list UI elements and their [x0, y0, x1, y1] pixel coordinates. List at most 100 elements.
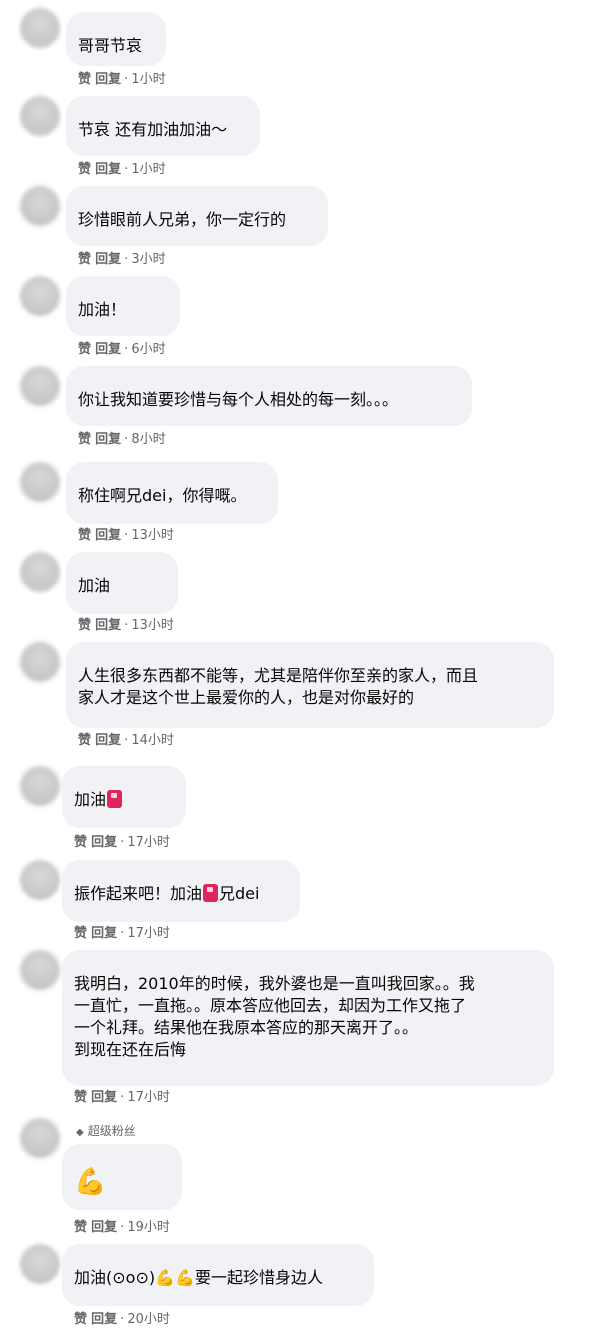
- commenter-name[interactable]: [78, 286, 168, 298]
- separator: ·: [120, 1090, 125, 1105]
- like-button[interactable]: 赞: [78, 528, 91, 543]
- commenter-name[interactable]: [78, 106, 248, 118]
- comment-text: 加油(⊙o⊙)💪💪要一起珍惜身边人: [74, 1267, 362, 1289]
- commenter-name[interactable]: [74, 870, 288, 882]
- reply-button[interactable]: 回复: [95, 618, 121, 633]
- comment-text: 珍惜眼前人兄弟，你一定行的: [78, 210, 287, 229]
- avatar[interactable]: [20, 8, 60, 48]
- comment-actions: 赞 回复 · 17小时: [74, 835, 170, 851]
- separator: ·: [124, 618, 129, 633]
- reply-button[interactable]: 回复: [95, 252, 121, 267]
- separator: ·: [120, 1312, 125, 1327]
- comment-text: 加油: [78, 576, 111, 595]
- like-button[interactable]: 赞: [78, 618, 91, 633]
- reply-button[interactable]: 回复: [95, 162, 121, 177]
- flexed-biceps-icon: 💪💪: [155, 1268, 195, 1287]
- comment-actions: 赞 回复 · 19小时: [74, 1220, 170, 1236]
- avatar[interactable]: [20, 860, 60, 900]
- comment-bubble: 振作起来吧！加油 兄dei: [62, 860, 300, 922]
- reply-button[interactable]: 回复: [95, 342, 121, 357]
- timestamp: 3小时: [131, 252, 166, 267]
- comment-bubble: 节哀 还有加油加油～: [66, 96, 260, 156]
- comment-text: 人生很多东西都不能等，尤其是陪伴你至亲的家人，而且 家人才是这个世上最爱你的人，…: [78, 666, 479, 707]
- reply-button[interactable]: 回复: [91, 926, 117, 941]
- timestamp: 6小时: [131, 342, 166, 357]
- separator: ·: [124, 733, 129, 748]
- avatar[interactable]: [20, 950, 60, 990]
- fuel-pump-icon: [107, 790, 123, 808]
- reply-button[interactable]: 回复: [91, 1312, 117, 1327]
- comment-text: 你让我知道要珍惜与每个人相处的每一刻。。。: [78, 390, 399, 409]
- commenter-name[interactable]: [74, 1154, 170, 1166]
- avatar[interactable]: [20, 1244, 60, 1284]
- comment-bubble: 加油: [66, 552, 178, 614]
- fuel-pump-icon: [203, 884, 219, 902]
- reply-button[interactable]: 回复: [95, 432, 121, 447]
- reply-button[interactable]: 回复: [91, 1090, 117, 1105]
- avatar[interactable]: [20, 1118, 60, 1158]
- comment-actions: 赞 回复 · 17小时: [74, 926, 170, 942]
- commenter-name[interactable]: [78, 652, 542, 664]
- comment-bubble: 💪: [62, 1144, 182, 1210]
- comment-text: 节哀 还有加油加油～: [78, 120, 228, 139]
- reply-button[interactable]: 回复: [91, 835, 117, 850]
- comment-bubble: 人生很多东西都不能等，尤其是陪伴你至亲的家人，而且 家人才是这个世上最爱你的人，…: [66, 642, 554, 728]
- commenter-name[interactable]: [78, 22, 154, 34]
- avatar[interactable]: [20, 766, 60, 806]
- like-button[interactable]: 赞: [74, 835, 87, 850]
- like-button[interactable]: 赞: [74, 1090, 87, 1105]
- like-button[interactable]: 赞: [74, 1220, 87, 1235]
- commenter-name[interactable]: [78, 562, 166, 574]
- comment-actions: 赞 回复 · 13小时: [78, 618, 174, 634]
- timestamp: 13小时: [131, 528, 174, 543]
- reply-button[interactable]: 回复: [91, 1220, 117, 1235]
- like-button[interactable]: 赞: [78, 432, 91, 447]
- like-button[interactable]: 赞: [74, 1312, 87, 1327]
- comment-bubble: 哥哥节哀: [66, 12, 166, 66]
- separator: ·: [120, 1220, 125, 1235]
- comment-text-part: 加油: [74, 790, 107, 809]
- comment-text: 我明白，2010年的时候，我外婆也是一直叫我回家。。我 一直忙，一直拖。。原本答…: [74, 974, 475, 1059]
- comment-bubble: 加油: [62, 766, 186, 828]
- comment-actions: 赞 回复 · 20小时: [74, 1312, 170, 1328]
- diamond-icon: ◆: [76, 1127, 84, 1138]
- comment-text-part: 要一起珍惜身边人: [194, 1268, 323, 1287]
- avatar[interactable]: [20, 366, 60, 406]
- timestamp: 17小时: [127, 835, 170, 850]
- avatar[interactable]: [20, 552, 60, 592]
- avatar[interactable]: [20, 462, 60, 502]
- comment-bubble: 加油(⊙o⊙)💪💪要一起珍惜身边人: [62, 1244, 374, 1306]
- like-button[interactable]: 赞: [78, 733, 91, 748]
- comment-actions: 赞 回复 · 1小时: [78, 72, 166, 88]
- separator: ·: [124, 342, 129, 357]
- comment-actions: 赞 回复 · 14小时: [78, 733, 174, 749]
- commenter-name[interactable]: [74, 776, 174, 788]
- like-button[interactable]: 赞: [78, 162, 91, 177]
- timestamp: 17小时: [127, 1090, 170, 1105]
- comment-text-part: 振作起来吧！加油: [74, 884, 203, 903]
- avatar[interactable]: [20, 276, 60, 316]
- comment-text: 加油！: [78, 300, 127, 319]
- comment-bubble: 加油！: [66, 276, 180, 336]
- commenter-name[interactable]: [74, 960, 542, 972]
- like-button[interactable]: 赞: [78, 342, 91, 357]
- comment-bubble: 你让我知道要珍惜与每个人相处的每一刻。。。: [66, 366, 472, 426]
- avatar[interactable]: [20, 96, 60, 136]
- reply-button[interactable]: 回复: [95, 528, 121, 543]
- separator: ·: [124, 252, 129, 267]
- comment-text: 加油: [74, 789, 174, 811]
- timestamp: 13小时: [131, 618, 174, 633]
- like-button[interactable]: 赞: [78, 72, 91, 87]
- commenter-name[interactable]: [78, 472, 266, 484]
- avatar[interactable]: [20, 642, 60, 682]
- commenter-name[interactable]: [78, 196, 316, 208]
- reply-button[interactable]: 回复: [95, 733, 121, 748]
- like-button[interactable]: 赞: [78, 252, 91, 267]
- avatar[interactable]: [20, 186, 60, 226]
- timestamp: 17小时: [127, 926, 170, 941]
- timestamp: 1小时: [131, 72, 166, 87]
- commenter-name[interactable]: [74, 1254, 362, 1266]
- reply-button[interactable]: 回复: [95, 72, 121, 87]
- commenter-name[interactable]: [78, 376, 460, 388]
- like-button[interactable]: 赞: [74, 926, 87, 941]
